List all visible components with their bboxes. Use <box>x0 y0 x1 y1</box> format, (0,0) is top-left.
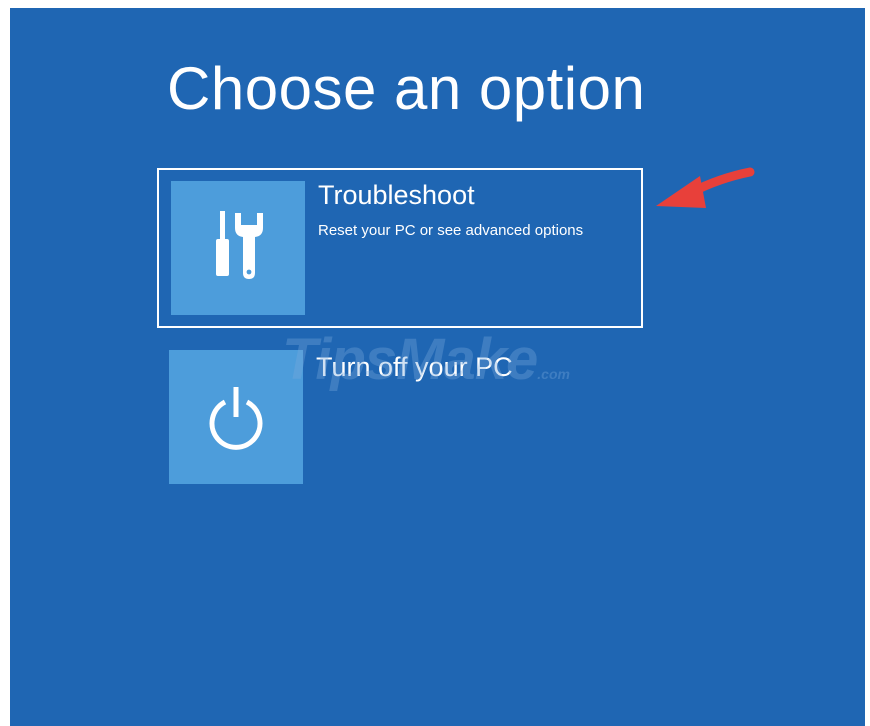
tools-icon <box>216 211 263 279</box>
troubleshoot-option[interactable]: Troubleshoot Reset your PC or see advanc… <box>157 168 643 328</box>
recovery-screen: Choose an option Troubleshoot Reset your… <box>10 8 865 726</box>
page-title: Choose an option <box>167 55 646 122</box>
troubleshoot-title: Troubleshoot <box>318 180 475 210</box>
power-icon <box>209 387 263 450</box>
turn-off-title: Turn off your PC <box>316 352 513 382</box>
troubleshoot-tile <box>171 181 305 315</box>
red-arrow-icon <box>656 167 755 208</box>
troubleshoot-description: Reset your PC or see advanced options <box>318 222 584 239</box>
turn-off-tile <box>169 350 303 484</box>
turn-off-option[interactable]: Turn off your PC <box>157 338 643 498</box>
